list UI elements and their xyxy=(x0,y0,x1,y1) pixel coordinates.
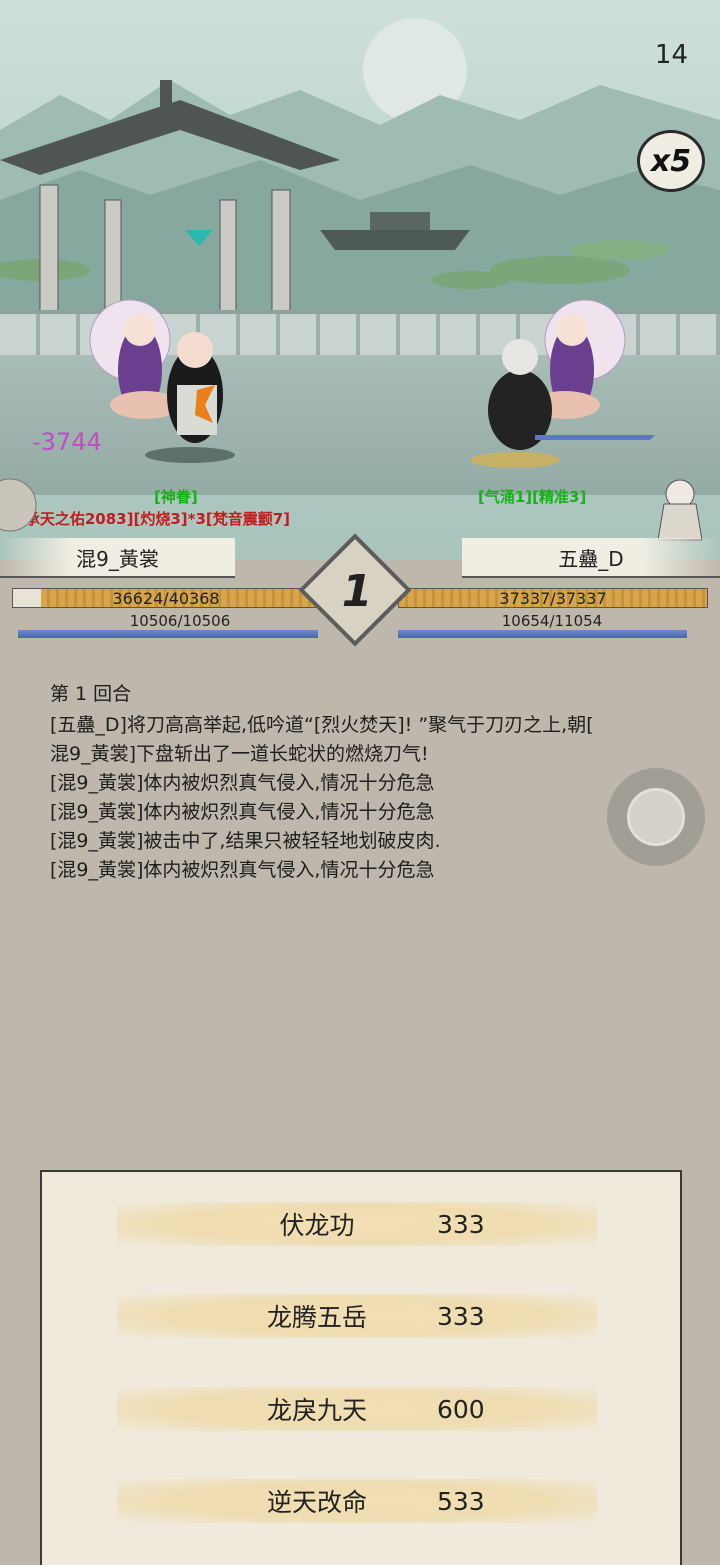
log-line: 混9_黃裳]下盘斩出了一道长蛇状的燃烧刀气! xyxy=(50,743,429,765)
skill-option[interactable]: 龙腾五岳 333 xyxy=(117,1294,597,1338)
player-mp-bar xyxy=(18,630,318,638)
player-portrait-icon xyxy=(0,478,37,532)
skill-cost: 333 xyxy=(437,1301,485,1331)
log-line: [混9_黃裳]被击中了,结果只被轻轻地划破皮肉. xyxy=(50,830,441,852)
player-name-plate: 混9_黃裳 xyxy=(0,538,235,578)
battle-scene: 14 x5 -3744 [神眷] [承天之佑2083][灼烧3]*3[梵音震颤7… xyxy=(0,0,720,560)
skill-option[interactable]: 逆天改命 533 xyxy=(117,1479,597,1523)
round-number: 1 xyxy=(341,566,373,617)
enemy-hp-bar: 37337/37337 xyxy=(398,588,708,608)
player-party-sprites xyxy=(89,299,235,463)
player-mp-text: 10506/10506 xyxy=(129,612,231,630)
enemy-buff-status: [气涌1][精准3] xyxy=(478,488,587,506)
enemy-party-sprites xyxy=(470,299,655,468)
damage-popup: -3744 xyxy=(32,428,102,456)
assist-button-knob xyxy=(627,788,685,846)
enemy-name: 五蠱_D xyxy=(558,546,624,571)
skill-panel: 伏龙功 333 龙腾五岳 333 龙戾九天 600 逆天改命 533 xyxy=(40,1170,682,1565)
log-line: [混9_黃裳]体内被炽烈真气侵入,情况十分危急 xyxy=(50,772,435,794)
player-debuff-status: [承天之佑2083][灼烧3]*3[梵音震颤7] xyxy=(18,510,291,528)
enemy-hp-text: 37337/37337 xyxy=(499,589,607,608)
speed-toggle-button[interactable]: x5 xyxy=(637,130,705,192)
skill-name: 伏龙功 xyxy=(279,1211,355,1240)
enemy-portrait-icon xyxy=(657,479,703,541)
turn-timer: 14 xyxy=(654,40,688,70)
log-line: [混9_黃裳]体内被炽烈真气侵入,情况十分危急 xyxy=(50,859,435,881)
enemy-name-plate: 五蠱_D xyxy=(462,538,720,578)
player-name: 混9_黃裳 xyxy=(76,546,159,571)
skill-cost: 533 xyxy=(437,1486,485,1516)
skill-name: 逆天改命 xyxy=(266,1488,367,1517)
combat-log: 第 1 回合 [五蠱_D]将刀高高举起,低吟道“[烈火焚天]! ”聚气于刀刃之上… xyxy=(50,680,670,885)
floating-assist-button[interactable] xyxy=(607,768,705,866)
log-line: [混9_黃裳]体内被炽烈真气侵入,情况十分危急 xyxy=(50,801,435,823)
player-hp-text: 36624/40368 xyxy=(112,589,220,608)
enemy-mp-text: 10654/11054 xyxy=(501,612,603,630)
skill-cost: 333 xyxy=(437,1209,485,1239)
player-buff-status: [神眷] xyxy=(154,488,198,506)
player-hp-bar: 36624/40368 xyxy=(12,588,320,608)
skill-cost: 600 xyxy=(437,1394,485,1424)
skill-name: 龙腾五岳 xyxy=(266,1303,367,1332)
log-round-title: 第 1 回合 xyxy=(50,683,132,705)
enemy-mp-bar xyxy=(398,630,687,638)
skill-name: 龙戾九天 xyxy=(266,1396,367,1425)
skill-option[interactable]: 伏龙功 333 xyxy=(117,1202,597,1246)
skill-option[interactable]: 龙戾九天 600 xyxy=(117,1387,597,1431)
log-line: [五蠱_D]将刀高高举起,低吟道“[烈火焚天]! ”聚气于刀刃之上,朝[ xyxy=(50,714,594,736)
